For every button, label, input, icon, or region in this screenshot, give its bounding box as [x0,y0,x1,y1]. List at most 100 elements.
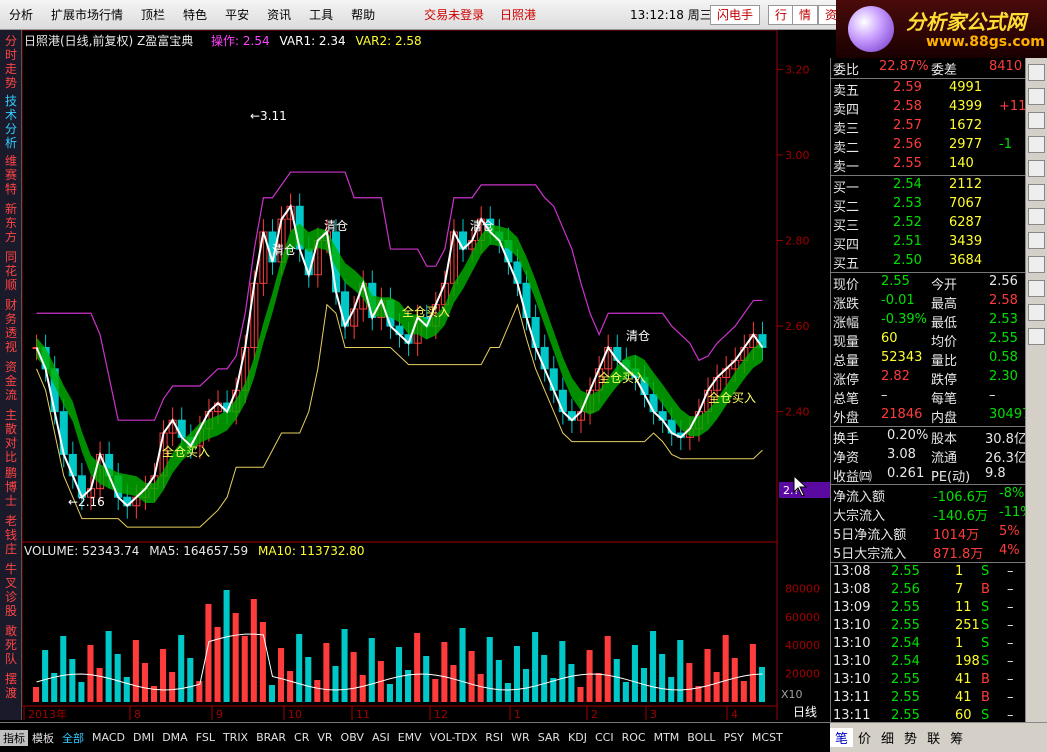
volume-value: VOLUME: 52343.74 [24,544,140,558]
candle-body [68,453,77,477]
indicator-tab-mtm[interactable]: MTM [650,731,684,744]
star-icon[interactable] [1028,232,1045,249]
quote-tab-3[interactable]: 势 [899,728,922,747]
tab-weisaite[interactable]: 维赛特 [2,154,20,196]
kline-chart-svg[interactable]: 3.20 3.00 2.80 2.60 2.40 80000 60000 40000 20000… [22,30,830,720]
tab-main-retail[interactable]: 主散对比 [2,408,20,464]
quote-tab-0[interactable]: 笔 [830,728,854,747]
volume-bar [187,658,194,702]
tab-pengboshi[interactable]: 鹏博士 [2,466,20,508]
indicator-tab-wr[interactable]: WR [507,731,534,744]
kline-chart[interactable]: 3.20 3.00 2.80 2.60 2.40 80000 60000 40000 20000… [22,30,830,720]
indicator-tab-模板[interactable]: 模板 [28,730,58,746]
menu-item[interactable]: 平安 [216,6,258,23]
tree-icon[interactable] [1028,64,1045,81]
tool-icon-strip [1025,58,1047,722]
indicator-tab-全部[interactable]: 全部 [58,730,88,746]
indicator-var2: VAR2: 2.58 [355,34,422,48]
tab-technical[interactable]: 技术分析 [2,94,20,150]
indicator-tab-dmi[interactable]: DMI [129,731,158,744]
quote-cell: 内盘 [931,411,958,426]
quote-cell: 2.55 [891,618,920,633]
quote-row: 13:10 2.55 251 S – [831,617,1026,636]
indicator-tab-kdj[interactable]: KDJ [564,731,591,744]
quote-tab-5[interactable]: 筹 [945,728,968,747]
flash-button[interactable]: 闪电手 [710,5,761,25]
indicator-tab-roc[interactable]: ROC [618,731,650,744]
tab-gansidui[interactable]: 敢死队 [2,624,20,666]
period-label: 日线 [793,705,817,719]
indicator-tab-mcst[interactable]: MCST [748,731,787,744]
bar-icon[interactable] [1028,160,1045,177]
volume-bar [368,638,375,702]
tab-tonghuashun[interactable]: 同花顺 [2,250,20,292]
menu-item[interactable]: 扩展市场行情 [42,6,132,23]
quote-cell: 26.3亿 [985,451,1027,466]
quote-cell: 871.8万 [933,547,984,562]
info-icon[interactable] [1028,208,1045,225]
tab-fund-flow[interactable]: 资金流 [2,360,20,402]
hang-button[interactable]: 行 [768,5,795,25]
rs-icon[interactable] [1028,280,1045,297]
menu-item[interactable]: 特色 [174,6,216,23]
quote-cell: 4991 [949,80,983,95]
volume-bar [631,645,638,702]
indicator-tab-fsl[interactable]: FSL [192,731,219,744]
indicator-tab-cr[interactable]: CR [290,731,313,744]
quote-cell: 现价 [833,278,860,293]
volume-bar [532,632,539,702]
tab-intraday[interactable]: 分时走势 [2,34,20,90]
grid-icon[interactable] [1028,256,1045,273]
indicator-tab-obv[interactable]: OBV [337,731,368,744]
qing-button[interactable]: 情 [792,5,819,25]
quote-row: 现价 2.55 今开 2.56 [831,273,1026,293]
menu-item[interactable]: 工具 [300,6,342,23]
menu-item[interactable]: 顶栏 [132,6,174,23]
vol-icon[interactable] [1028,88,1045,105]
menu-item[interactable]: 资讯 [258,6,300,23]
kline-icon[interactable] [1028,112,1045,129]
tab-xindongfang[interactable]: 新东方 [2,202,20,244]
indicator-tab-dma[interactable]: DMA [158,731,192,744]
quote-row: 总笔 – 每笔 – [831,387,1026,407]
quote-cell: 5日大宗流入 [833,547,907,562]
quote-tab-4[interactable]: 联 [922,728,945,747]
volume-bar [686,663,693,702]
tab-finance[interactable]: 财务透视 [2,298,20,354]
hand-icon[interactable] [1028,328,1045,345]
quote-cell: 3684 [949,253,983,268]
quote-tab-2[interactable]: 细 [876,728,899,747]
menu-item[interactable]: 帮助 [342,6,384,23]
trade-status[interactable]: 交易未登录 [424,8,484,22]
clear-signal-label: 清仓 [272,243,296,257]
indicator-tab-vol-tdx[interactable]: VOL-TDX [426,731,482,744]
menu-item[interactable]: 分析 [0,6,42,23]
volume-ma5: MA5: 164657.59 [149,544,249,558]
date-tick-label: 3 [650,708,657,720]
indicator-tab-sar[interactable]: SAR [534,731,564,744]
chart-icon[interactable] [1028,304,1045,321]
volume-bar [432,679,439,702]
indicator-tab-trix[interactable]: TRIX [219,731,252,744]
indicator-tab-rsi[interactable]: RSI [481,731,507,744]
quote-cell: -0.01 [881,293,915,308]
quote-tab-1[interactable]: 价 [853,728,876,747]
quote-cell: 13:11 [833,708,871,723]
pie-icon[interactable] [1028,136,1045,153]
indicator-tab-cci[interactable]: CCI [591,731,618,744]
tab-baidu[interactable]: 摆渡 [2,672,20,700]
quote-row: 卖二 2.56 2977 -1 [831,136,1026,156]
indicator-tab-brar[interactable]: BRAR [252,731,290,744]
indicator-tab-boll[interactable]: BOLL [683,731,719,744]
indicator-tab-emv[interactable]: EMV [394,731,426,744]
quote-cell: -140.6万 [933,509,988,524]
tab-laoqianzhuang[interactable]: 老钱庄 [2,514,20,556]
indicator-tab-asi[interactable]: ASI [368,731,394,744]
indicator-tab-指标[interactable]: 指标 [0,729,28,746]
indicator-tab-macd[interactable]: MACD [88,731,129,744]
indicator-tab-vr[interactable]: VR [313,731,336,744]
tab-niucha[interactable]: 牛叉诊股 [2,562,20,618]
quote-cell: PE(动) [931,470,971,485]
indicator-tab-psy[interactable]: PSY [720,731,748,744]
f10-icon[interactable] [1028,184,1045,201]
